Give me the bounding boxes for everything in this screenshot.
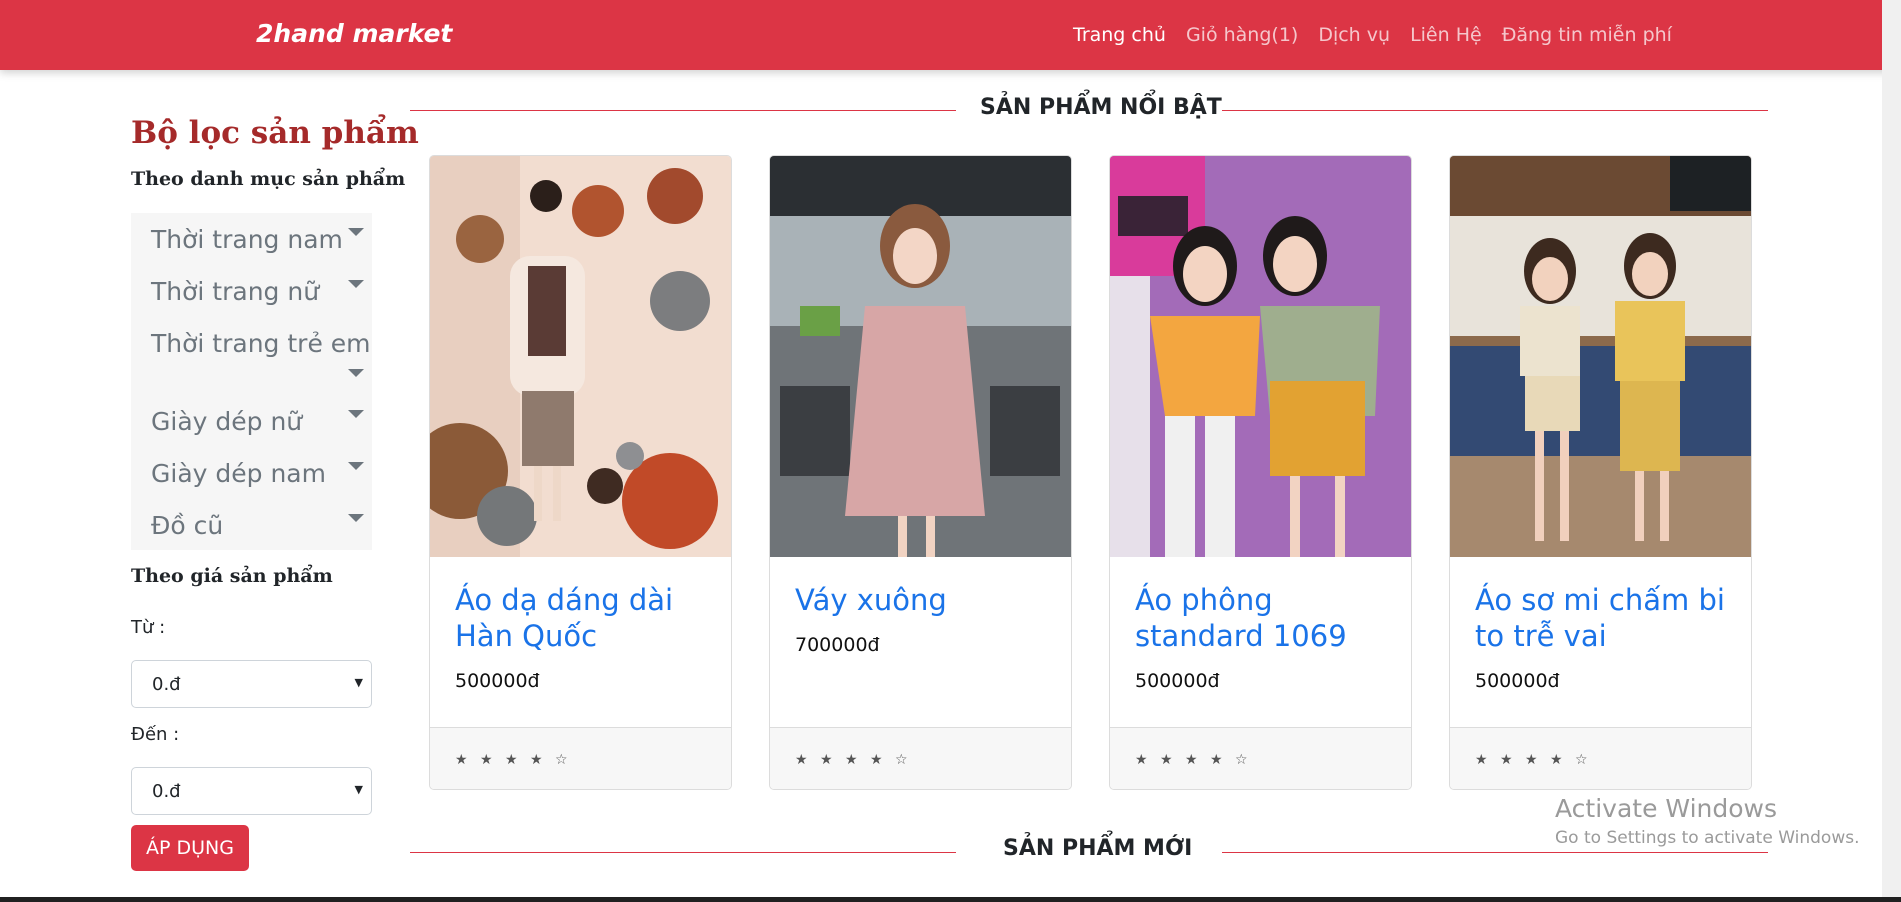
product-title[interactable]: Áo dạ dáng dài Hàn Quốc — [455, 582, 715, 654]
category-item-women-shoes[interactable]: Giày dép nữ — [151, 407, 302, 436]
product-card[interactable]: Áo dạ dáng dài Hàn Quốc 500000đ ★ ★ ★ ★ … — [429, 155, 732, 790]
price-to-label: Đến : — [131, 724, 180, 745]
price-heading: Theo giá sản phẩm — [131, 565, 333, 587]
nav-cart[interactable]: Giỏ hàng(1) — [1186, 24, 1298, 46]
category-item-women[interactable]: Thời trang nữ — [151, 277, 319, 306]
product-image[interactable] — [1450, 156, 1751, 557]
chevron-down-icon[interactable] — [348, 410, 364, 418]
card-footer: ★ ★ ★ ★ ☆ — [770, 727, 1071, 789]
section-divider — [410, 852, 956, 853]
price-from-value: 0.đ — [152, 674, 181, 695]
category-list: Thời trang nam Thời trang nữ Thời trang … — [131, 213, 372, 550]
section-divider — [1222, 110, 1768, 111]
nav-services[interactable]: Dịch vụ — [1318, 24, 1390, 46]
category-item-men[interactable]: Thời trang nam — [151, 225, 343, 254]
product-price: 500000đ — [1475, 670, 1560, 692]
chevron-down-icon[interactable] — [348, 280, 364, 288]
product-price: 500000đ — [1135, 670, 1220, 692]
product-price: 500000đ — [455, 670, 540, 692]
product-image[interactable] — [770, 156, 1071, 557]
card-footer: ★ ★ ★ ★ ☆ — [1450, 727, 1751, 789]
chevron-down-icon[interactable] — [348, 369, 364, 377]
star-rating-icon: ★ ★ ★ ★ ☆ — [1475, 752, 1592, 768]
nav-contact[interactable]: Liên Hệ — [1410, 24, 1482, 46]
section-divider — [1222, 852, 1768, 853]
filter-title: Bộ lọc sản phẩm — [131, 115, 419, 151]
new-section-title: SẢN PHẨM MỚI — [1003, 836, 1193, 861]
brand-logo[interactable]: 2hand market — [256, 19, 452, 48]
product-card[interactable]: Áo phông standard 1069 500000đ ★ ★ ★ ★ ☆ — [1109, 155, 1412, 790]
featured-section-title: SẢN PHẨM NỔI BẬT — [980, 95, 1222, 120]
scrollbar-track[interactable] — [1882, 0, 1901, 902]
product-card[interactable]: Áo sơ mi chấm bi to trễ vai 500000đ ★ ★ … — [1449, 155, 1752, 790]
price-from-select[interactable]: 0.đ ▼ — [131, 660, 372, 708]
page-bottom-edge — [0, 897, 1901, 902]
card-footer: ★ ★ ★ ★ ☆ — [1110, 727, 1411, 789]
star-rating-icon: ★ ★ ★ ★ ☆ — [795, 752, 912, 768]
category-item-kids[interactable]: Thời trang trẻ em — [151, 329, 371, 358]
category-item-used[interactable]: Đồ cũ — [151, 511, 223, 540]
product-card[interactable]: Váy xuông 700000đ ★ ★ ★ ★ ☆ — [769, 155, 1072, 790]
navbar: 2hand market Trang chủ Giỏ hàng(1) Dịch … — [0, 0, 1901, 70]
nav-post-free[interactable]: Đăng tin miễn phí — [1502, 24, 1672, 46]
price-from-label: Từ : — [131, 617, 166, 638]
apply-filter-button[interactable]: ÁP DỤNG — [131, 825, 249, 871]
select-arrow-icon: ▼ — [354, 783, 363, 796]
star-rating-icon: ★ ★ ★ ★ ☆ — [1135, 752, 1252, 768]
chevron-down-icon[interactable] — [348, 228, 364, 236]
product-price: 700000đ — [795, 634, 880, 656]
star-rating-icon: ★ ★ ★ ★ ☆ — [455, 752, 572, 768]
activate-windows-subtitle: Go to Settings to activate Windows. — [1555, 828, 1860, 848]
product-image[interactable] — [1110, 156, 1411, 557]
chevron-down-icon[interactable] — [348, 514, 364, 522]
card-footer: ★ ★ ★ ★ ☆ — [430, 727, 731, 789]
category-item-men-shoes[interactable]: Giày dép nam — [151, 459, 326, 488]
chevron-down-icon[interactable] — [348, 462, 364, 470]
activate-windows-title: Activate Windows — [1555, 794, 1777, 823]
price-to-select[interactable]: 0.đ ▼ — [131, 767, 372, 815]
select-arrow-icon: ▼ — [354, 676, 363, 689]
price-to-value: 0.đ — [152, 781, 181, 802]
product-image[interactable] — [430, 156, 731, 557]
nav-home[interactable]: Trang chủ — [1073, 24, 1166, 46]
nav-links: Trang chủ Giỏ hàng(1) Dịch vụ Liên Hệ Đă… — [1073, 24, 1672, 46]
section-divider — [410, 110, 956, 111]
product-title[interactable]: Áo sơ mi chấm bi to trễ vai — [1475, 582, 1735, 654]
product-title[interactable]: Áo phông standard 1069 — [1135, 582, 1395, 654]
product-title[interactable]: Váy xuông — [795, 582, 1055, 618]
category-heading: Theo danh mục sản phẩm — [131, 168, 406, 190]
